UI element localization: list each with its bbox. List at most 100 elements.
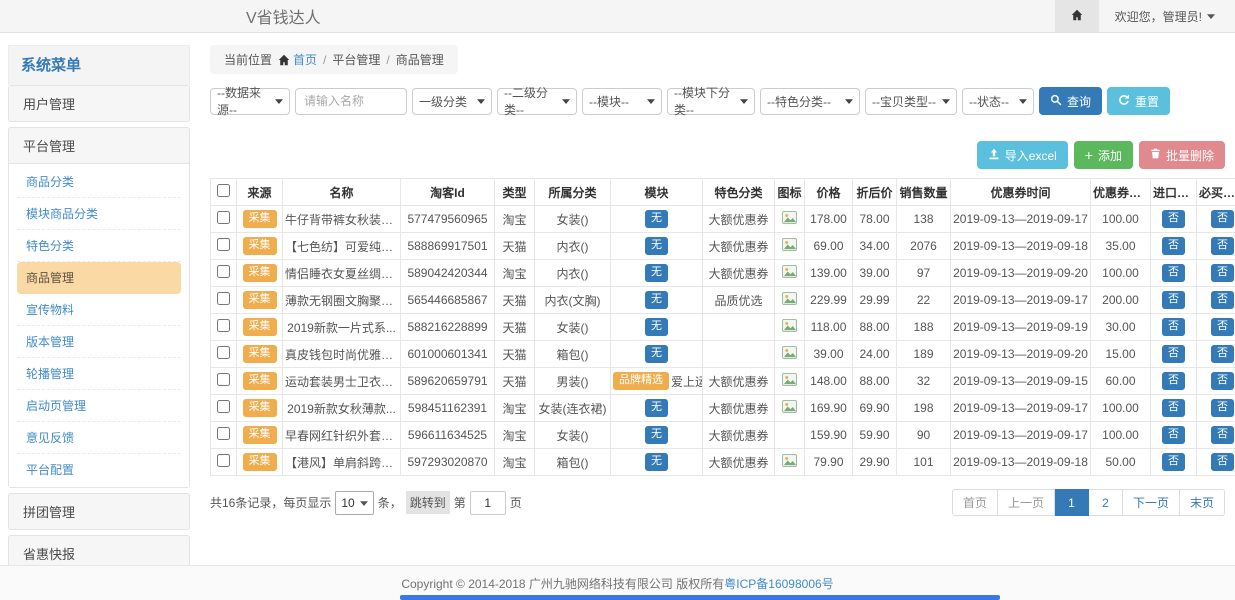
must-buy-toggle[interactable]: 否 xyxy=(1211,399,1234,416)
sales-count: 189 xyxy=(897,341,951,368)
row-checkbox[interactable] xyxy=(217,292,230,305)
sidebar-item[interactable]: 宣传物料 xyxy=(17,294,181,326)
sidebar-item[interactable]: 特色分类 xyxy=(17,230,181,262)
module-badge[interactable]: 无 xyxy=(645,426,668,443)
must-buy-toggle[interactable]: 否 xyxy=(1211,264,1234,281)
data-source-select[interactable]: --数据来源-- xyxy=(210,88,290,115)
module-badge[interactable]: 无 xyxy=(645,291,668,308)
page-number-input[interactable] xyxy=(470,491,506,515)
page-button[interactable]: 1 xyxy=(1055,489,1089,516)
table-row: 采集2019新款女秋薄款...598451162391淘宝女装(连衣裙)无大额优… xyxy=(211,395,1235,422)
must-buy-toggle[interactable]: 否 xyxy=(1211,210,1234,227)
sidebar-item[interactable]: 商品管理 xyxy=(17,262,181,294)
import-select-toggle[interactable]: 否 xyxy=(1162,372,1185,389)
module-badge[interactable]: 无 xyxy=(645,210,668,227)
row-checkbox[interactable] xyxy=(217,319,230,332)
sidebar-item[interactable]: 意见反馈 xyxy=(17,422,181,454)
product-name: 【七色纺】可爱纯棉家... xyxy=(283,233,401,260)
module-badge[interactable]: 无 xyxy=(645,237,668,254)
sidebar-section-header[interactable]: 省惠快报 xyxy=(9,536,189,565)
import-select-toggle[interactable]: 否 xyxy=(1162,264,1185,281)
import-select-toggle[interactable]: 否 xyxy=(1162,237,1185,254)
import-select-toggle[interactable]: 否 xyxy=(1162,345,1185,362)
select-all-checkbox[interactable] xyxy=(217,184,230,197)
sidebar-item[interactable]: 商品分类 xyxy=(17,166,181,198)
module-badge[interactable]: 无 xyxy=(645,453,668,470)
coupon-amount: 30.00 xyxy=(1091,314,1151,341)
module-sub-category-select[interactable]: --模块下分类-- xyxy=(667,88,755,115)
row-checkbox[interactable] xyxy=(217,211,230,224)
name-input[interactable] xyxy=(295,88,407,115)
must-buy-toggle[interactable]: 否 xyxy=(1211,345,1234,362)
user-menu[interactable]: 欢迎您，管理员! xyxy=(1099,0,1235,32)
item-type-select[interactable]: --宝贝类型-- xyxy=(865,88,957,115)
add-button[interactable]: + 添加 xyxy=(1074,141,1133,169)
import-excel-button[interactable]: 导入excel xyxy=(977,141,1068,169)
sidebar-item[interactable]: 版本管理 xyxy=(17,326,181,358)
page-button[interactable]: 末页 xyxy=(1180,489,1225,516)
level1-category-select[interactable]: 一级分类 xyxy=(412,88,492,115)
module-badge[interactable]: 无 xyxy=(645,399,668,416)
sidebar-item[interactable]: 平台配置 xyxy=(17,454,181,485)
module-select[interactable]: --模块-- xyxy=(582,88,662,115)
page-button[interactable]: 下一页 xyxy=(1123,489,1180,516)
sidebar-item[interactable]: 启动页管理 xyxy=(17,390,181,422)
batch-delete-button[interactable]: 批量删除 xyxy=(1139,141,1225,169)
source-badge: 采集 xyxy=(243,345,277,362)
row-checkbox[interactable] xyxy=(217,373,230,386)
row-checkbox[interactable] xyxy=(217,400,230,413)
feature-category-select[interactable]: --特色分类-- xyxy=(760,88,860,115)
sidebar-section-header[interactable]: 用户管理 xyxy=(9,86,189,121)
horizontal-scrollbar-thumb[interactable] xyxy=(400,595,1000,600)
module-badge[interactable]: 无 xyxy=(645,264,668,281)
taoke-id: 589042420344 xyxy=(401,260,495,287)
price: 169.90 xyxy=(805,395,853,422)
sidebar-item[interactable]: 模块商品分类 xyxy=(17,198,181,230)
per-page-select[interactable]: 10 xyxy=(335,491,373,515)
reset-button[interactable]: 重置 xyxy=(1107,87,1170,115)
icp-link[interactable]: 粤ICP备16098006号 xyxy=(724,575,833,592)
home-icon xyxy=(278,54,290,66)
price: 69.00 xyxy=(805,233,853,260)
must-buy-toggle[interactable]: 否 xyxy=(1211,372,1234,389)
home-button[interactable] xyxy=(1055,0,1099,32)
import-select-toggle[interactable]: 否 xyxy=(1162,318,1185,335)
sidebar-submenu: 商品分类模块商品分类特色分类商品管理宣传物料版本管理轮播管理启动页管理意见反馈平… xyxy=(9,163,189,487)
column-header: 销售数量 xyxy=(897,179,951,206)
module-badge[interactable]: 品牌精选 xyxy=(613,372,669,389)
sidebar-item[interactable]: 轮播管理 xyxy=(17,358,181,390)
search-button[interactable]: 查询 xyxy=(1039,87,1102,115)
page-button[interactable]: 上一页 xyxy=(998,489,1055,516)
must-buy-toggle[interactable]: 否 xyxy=(1211,291,1234,308)
product-type: 天猫 xyxy=(495,233,535,260)
must-buy-toggle[interactable]: 否 xyxy=(1211,426,1234,443)
page-button[interactable]: 首页 xyxy=(952,489,998,516)
module-badge[interactable]: 无 xyxy=(645,318,668,335)
import-select-toggle[interactable]: 否 xyxy=(1162,399,1185,416)
must-buy-toggle[interactable]: 否 xyxy=(1211,453,1234,470)
import-select-toggle[interactable]: 否 xyxy=(1162,453,1185,470)
breadcrumb-home-link[interactable]: 首页 xyxy=(278,51,317,68)
feature-category: 大额优惠券 xyxy=(703,422,775,449)
coupon-amount: 35.00 xyxy=(1091,233,1151,260)
sidebar-section-header[interactable]: 平台管理 xyxy=(9,128,189,163)
import-select-toggle[interactable]: 否 xyxy=(1162,291,1185,308)
status-select[interactable]: --状态-- xyxy=(962,88,1034,115)
must-buy-toggle[interactable]: 否 xyxy=(1211,237,1234,254)
sidebar-section-header[interactable]: 拼团管理 xyxy=(9,494,189,529)
source-badge: 采集 xyxy=(243,372,277,389)
row-checkbox[interactable] xyxy=(217,265,230,278)
import-icon xyxy=(988,148,1000,163)
import-select-toggle[interactable]: 否 xyxy=(1162,426,1185,443)
row-checkbox[interactable] xyxy=(217,346,230,359)
level2-category-select[interactable]: --二级分类-- xyxy=(497,88,577,115)
row-checkbox[interactable] xyxy=(217,238,230,251)
row-checkbox[interactable] xyxy=(217,427,230,440)
must-buy-toggle[interactable]: 否 xyxy=(1211,318,1234,335)
page-button[interactable]: 2 xyxy=(1089,489,1123,516)
module-badge[interactable]: 无 xyxy=(645,345,668,362)
row-checkbox[interactable] xyxy=(217,454,230,467)
breadcrumb-item: 平台管理 xyxy=(332,51,380,68)
discount-price: 69.90 xyxy=(853,395,897,422)
import-select-toggle[interactable]: 否 xyxy=(1162,210,1185,227)
